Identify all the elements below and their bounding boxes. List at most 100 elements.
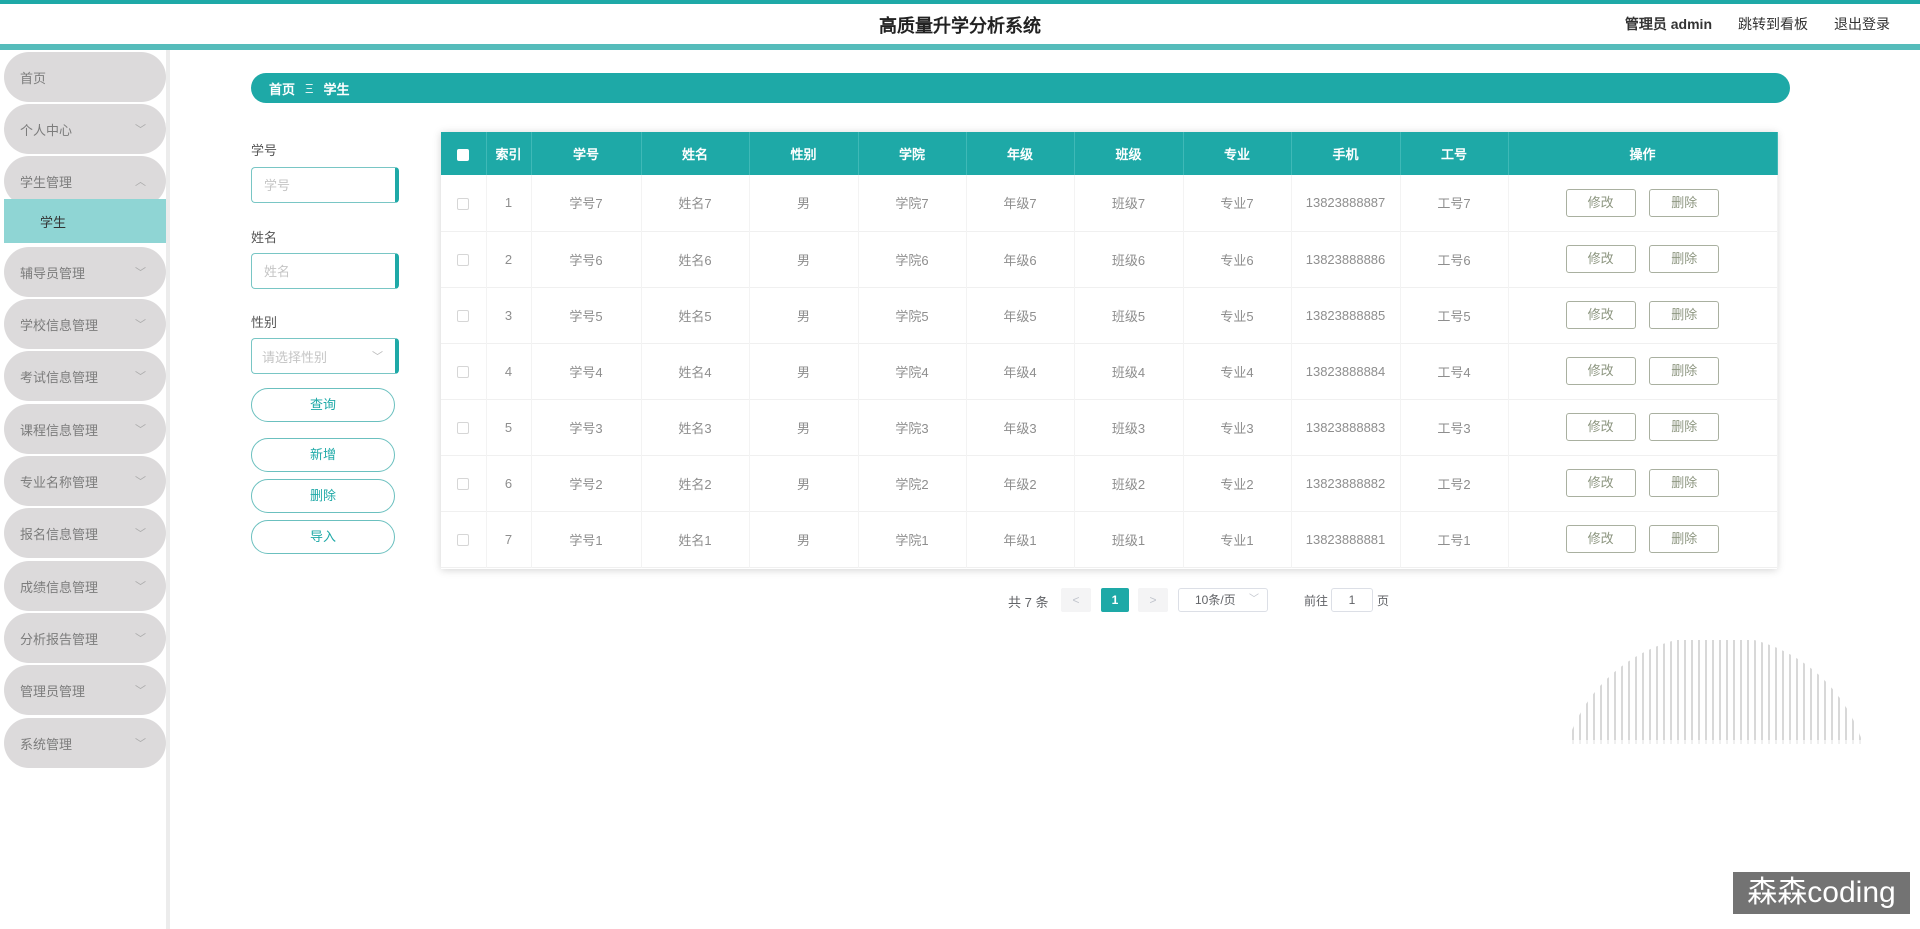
chevron-down-icon: ﹀	[372, 351, 383, 363]
select-all-header[interactable]	[441, 132, 487, 175]
pagination-prev-button[interactable]: <	[1061, 588, 1091, 612]
cell-student-id: 学号6	[531, 231, 642, 287]
cell-college: 学院6	[858, 231, 967, 287]
checkbox-icon[interactable]	[457, 422, 470, 435]
cell-college: 学院5	[858, 287, 967, 343]
col-header-gender: 性别	[749, 132, 859, 175]
dashboard-link[interactable]: 跳转到看板	[1738, 14, 1808, 34]
sidebar-subitem-label: 学生	[40, 214, 67, 230]
cell-gender: 男	[749, 511, 859, 567]
checkbox-icon[interactable]	[457, 148, 470, 161]
row-checkbox-cell[interactable]	[441, 399, 487, 455]
delete-button[interactable]: 删除	[1649, 301, 1720, 329]
cell-index: 3	[486, 287, 532, 343]
breadcrumb-home[interactable]: 首页	[269, 79, 295, 98]
cell-name: 姓名1	[641, 511, 750, 567]
cell-grade: 年级3	[966, 399, 1075, 455]
cell-major: 专业2	[1183, 455, 1292, 511]
student-id-input[interactable]	[251, 167, 399, 203]
checkbox-icon[interactable]	[457, 310, 470, 323]
row-checkbox-cell[interactable]	[441, 511, 487, 567]
cell-phone: 13823888881	[1291, 511, 1401, 567]
row-checkbox-cell[interactable]	[441, 231, 487, 287]
sidebar-item-home[interactable]: 首页	[4, 52, 166, 102]
col-header-college: 学院	[858, 132, 967, 175]
cell-name: 姓名2	[641, 455, 750, 511]
edit-button[interactable]: 修改	[1565, 301, 1636, 329]
checkbox-icon[interactable]	[457, 197, 470, 210]
name-label: 姓名	[251, 230, 278, 245]
checkbox-icon[interactable]	[457, 366, 470, 379]
sidebar-item-exam-info[interactable]: 考试信息管理 ﹀	[4, 351, 166, 401]
pagination-page-1[interactable]: 1	[1101, 588, 1129, 612]
student-table-wrapper: 索引 学号 姓名 性别 学院 年级 班级 专业 手机 工号 操作 1 学号7 姓…	[441, 132, 1778, 569]
chevron-down-icon: ﹀	[135, 267, 146, 279]
cell-phone: 13823888885	[1291, 287, 1401, 343]
table-row: 1 学号7 姓名7 男 学院7 年级7 班级7 专业7 13823888887 …	[441, 175, 1778, 231]
edit-button[interactable]: 修改	[1565, 525, 1636, 553]
edit-button[interactable]: 修改	[1565, 245, 1636, 273]
delete-button[interactable]: 删除	[1649, 357, 1720, 385]
name-input[interactable]	[251, 253, 399, 289]
checkbox-icon[interactable]	[457, 534, 470, 547]
delete-button[interactable]: 删除	[1649, 525, 1720, 553]
sidebar-item-registration-info[interactable]: 报名信息管理 ﹀	[4, 508, 166, 558]
cell-staff-id: 工号5	[1400, 287, 1509, 343]
sidebar-item-analysis-report[interactable]: 分析报告管理 ﹀	[4, 613, 166, 663]
batch-delete-button[interactable]: 删除	[251, 479, 395, 513]
cell-class: 班级5	[1074, 287, 1184, 343]
cell-index: 6	[486, 455, 532, 511]
edit-button[interactable]: 修改	[1565, 188, 1636, 217]
add-button[interactable]: 新增	[251, 438, 395, 472]
sidebar-item-major-name[interactable]: 专业名称管理 ﹀	[4, 456, 166, 506]
gender-select[interactable]: 请选择性别 ﹀	[251, 338, 399, 374]
edit-button[interactable]: 修改	[1565, 357, 1636, 385]
cell-gender: 男	[749, 175, 859, 231]
logout-link[interactable]: 退出登录	[1834, 14, 1890, 34]
sidebar-subitem-student[interactable]: 学生	[4, 199, 166, 243]
sidebar-item-course-info[interactable]: 课程信息管理 ﹀	[4, 404, 166, 454]
pagination-next-button[interactable]: >	[1138, 588, 1168, 612]
cell-student-id: 学号2	[531, 455, 642, 511]
cell-class: 班级4	[1074, 343, 1184, 399]
sidebar-item-label: 系统管理	[20, 736, 73, 752]
cell-index: 7	[486, 511, 532, 567]
cell-college: 学院4	[858, 343, 967, 399]
checkbox-icon[interactable]	[457, 478, 470, 491]
table-row: 3 学号5 姓名5 男 学院5 年级5 班级5 专业5 13823888885 …	[441, 287, 1778, 343]
sidebar-item-admin-management[interactable]: 管理员管理 ﹀	[4, 665, 166, 715]
chevron-down-icon: ﹀	[135, 476, 146, 488]
cell-gender: 男	[749, 287, 859, 343]
row-checkbox-cell[interactable]	[441, 287, 487, 343]
delete-button[interactable]: 删除	[1649, 413, 1720, 441]
edit-button[interactable]: 修改	[1565, 469, 1636, 497]
cell-name: 姓名5	[641, 287, 750, 343]
chevron-down-icon: ﹀	[135, 124, 146, 136]
chevron-down-icon: ﹀	[135, 633, 146, 645]
cell-student-id: 学号3	[531, 399, 642, 455]
sidebar-item-counselor-management[interactable]: 辅导员管理 ﹀	[4, 247, 166, 297]
pagination-goto-input[interactable]	[1331, 588, 1373, 612]
sidebar-item-personal-center[interactable]: 个人中心 ﹀	[4, 104, 166, 154]
cell-staff-id: 工号7	[1400, 175, 1509, 231]
sidebar-item-school-info[interactable]: 学校信息管理 ﹀	[4, 299, 166, 349]
row-checkbox-cell[interactable]	[441, 343, 487, 399]
cell-grade: 年级4	[966, 343, 1075, 399]
delete-button[interactable]: 删除	[1649, 469, 1720, 497]
col-header-actions: 操作	[1508, 132, 1778, 175]
row-checkbox-cell[interactable]	[441, 175, 487, 231]
col-header-index: 索引	[486, 132, 532, 175]
sidebar-item-score-info[interactable]: 成绩信息管理 ﹀	[4, 561, 166, 611]
delete-button[interactable]: 删除	[1649, 245, 1720, 273]
pagination-goto-label: 前往	[1304, 594, 1329, 608]
chevron-up-icon: ︿	[135, 176, 146, 188]
query-button[interactable]: 查询	[251, 388, 395, 422]
row-checkbox-cell[interactable]	[441, 455, 487, 511]
checkbox-icon[interactable]	[457, 254, 470, 267]
pagination-page-size-select[interactable]: 10条/页 ﹀	[1178, 588, 1268, 612]
cell-name: 姓名7	[641, 175, 750, 231]
sidebar-item-system-management[interactable]: 系统管理 ﹀	[4, 718, 166, 768]
import-button[interactable]: 导入	[251, 520, 395, 554]
edit-button[interactable]: 修改	[1565, 413, 1636, 441]
delete-button[interactable]: 删除	[1649, 188, 1720, 217]
